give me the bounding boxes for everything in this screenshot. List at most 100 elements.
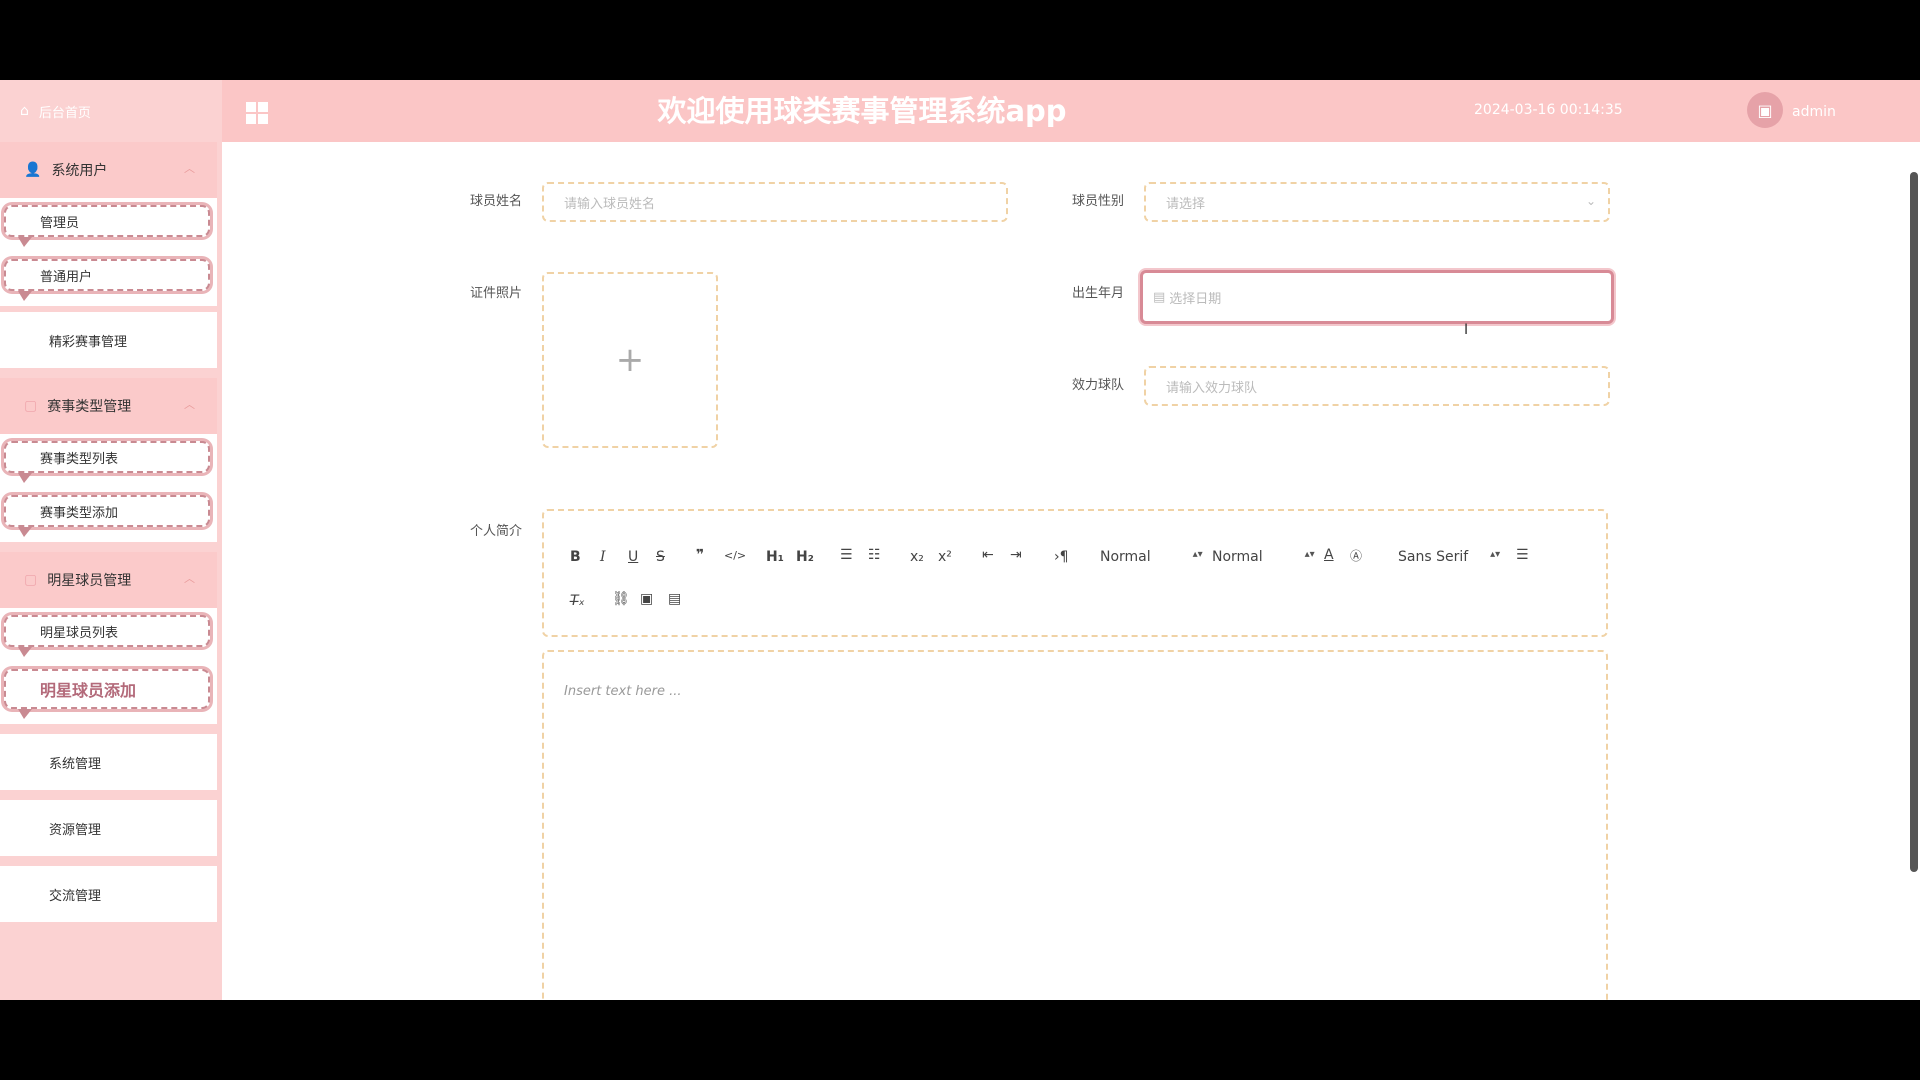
ordered-list-icon[interactable]: ☰ [840,547,853,563]
bold-icon[interactable]: B [570,549,581,565]
sidebar-item-label: 明星球员列表 [40,625,119,641]
sidebar-item-label: 明星球员添加 [40,681,137,700]
link-icon[interactable]: ⛓ [612,591,630,607]
video-icon[interactable]: ▤ [668,591,681,607]
indent-icon[interactable]: ⇥ [1010,547,1022,563]
main-content: 球员姓名 请输入球员姓名 球员性别 请选择 ⌄ 证件照片 + 出生年月 ▤ 选择… [222,142,1920,1000]
birth-date-picker[interactable]: ▤ 选择日期 [1140,270,1614,324]
sidebar-item-system[interactable]: 系统管理 [0,734,217,790]
document-icon: ▢ [24,572,38,588]
sidebar-item-label: 交流管理 [49,888,102,904]
menu-group-head-event-types[interactable]: ▢ 赛事类型管理 ︿ [0,378,217,434]
sidebar-item-label: 资源管理 [49,822,102,838]
sidebar-item-label: 系统管理 [49,756,102,772]
editor-toolbar: B I U S ❞ </> H₁ H₂ ☰ ☷ x₂ x² ⇤ ⇥ ›¶ Nor… [542,509,1608,637]
menu-group-title: 系统用户 [51,163,108,179]
placeholder-text: 请选择 [1166,196,1206,212]
text-direction-icon[interactable]: ›¶ [1054,549,1069,565]
placeholder-text: 请输入效力球队 [1166,380,1258,396]
chevron-updown-icon: ▴▾ [1304,549,1315,560]
home-icon: ⌂ [20,103,29,119]
subscript-icon[interactable]: x₂ [910,549,924,565]
scrollbar-thumb[interactable] [1910,172,1918,872]
username[interactable]: admin [1792,104,1836,120]
outdent-icon[interactable]: ⇤ [982,547,994,563]
align-icon[interactable]: ☰ [1516,547,1529,563]
bio-label: 个人简介 [470,524,523,539]
editor-placeholder: Insert text here ... [564,684,682,699]
app-window: ⌂ 后台首页 👤 系统用户 ︿ 管理员 普通用户 精彩赛事管理 ▢ 赛事类型管理… [0,80,1920,1000]
player-name-label: 球员姓名 [470,194,523,209]
sidebar-item-label: 普通用户 [40,269,93,285]
menu-group-title: 明星球员管理 [47,573,132,589]
chevron-down-icon: ⌄ [1585,194,1596,208]
sidebar-item-events[interactable]: 精彩赛事管理 [0,312,217,368]
sidebar-home-label: 后台首页 [38,105,91,121]
heading2-icon[interactable]: H₂ [796,549,814,565]
image-icon[interactable]: ▣ [640,591,653,607]
datetime: 2024-03-16 00:14:35 [1474,102,1623,118]
player-gender-label: 球员性别 [1072,194,1125,209]
menu-group-head-star-players[interactable]: ▢ 明星球员管理 ︿ [0,552,217,608]
player-name-input[interactable]: 请输入球员姓名 [542,182,1008,222]
chevron-up-icon: ︿ [184,398,195,411]
font-select[interactable]: Sans Serif ▴▾ [1398,549,1500,565]
sidebar-item-event-type-add[interactable]: 赛事类型添加 [0,488,217,542]
page-title: 欢迎使用球类赛事管理系统app [657,94,1067,128]
menu-group-system-users: 👤 系统用户 ︿ 管理员 普通用户 [0,142,217,306]
text-color-icon[interactable]: A [1324,547,1334,563]
chevron-updown-icon: ▴▾ [1490,549,1501,560]
birth-label: 出生年月 [1072,286,1125,301]
rich-text-editor[interactable]: Insert text here ... [542,650,1608,1000]
photo-label: 证件照片 [470,286,523,301]
placeholder-text: 选择日期 [1169,291,1222,307]
sidebar-home[interactable]: ⌂ 后台首页 [0,80,222,142]
team-input[interactable]: 请输入效力球队 [1144,366,1610,406]
sidebar-item-admin[interactable]: 管理员 [0,198,217,252]
menu-group-star-players: ▢ 明星球员管理 ︿ 明星球员列表 明星球员添加 [0,552,217,724]
image-icon: ▣ [1757,100,1773,120]
superscript-icon[interactable]: x² [938,549,952,565]
sidebar-item-communication[interactable]: 交流管理 [0,866,217,922]
avatar[interactable]: ▣ [1747,92,1783,128]
sidebar-item-label: 赛事类型添加 [40,505,119,521]
header-select-value: Normal [1100,549,1151,565]
background-color-icon[interactable]: Ⓐ [1350,547,1362,564]
menu-group-title: 赛事类型管理 [47,399,132,415]
calendar-icon: ▤ [1153,289,1166,305]
strikethrough-icon[interactable]: S [656,549,665,565]
document-icon: ▢ [24,398,38,414]
sidebar-item-star-player-add[interactable]: 明星球员添加 [0,662,217,724]
sidebar-item-event-type-list[interactable]: 赛事类型列表 [0,434,217,488]
menu-group-event-types: ▢ 赛事类型管理 ︿ 赛事类型列表 赛事类型添加 [0,378,217,542]
sidebar-item-star-player-list[interactable]: 明星球员列表 [0,608,217,662]
size-select-value: Normal [1212,549,1263,565]
chevron-updown-icon: ▴▾ [1192,549,1203,560]
clear-format-icon[interactable]: T̶ₓ [570,593,585,609]
sidebar-item-normal-user[interactable]: 普通用户 [0,252,217,306]
text-cursor-icon: I [1464,322,1469,338]
underline-icon[interactable]: U [628,549,638,565]
italic-icon[interactable]: I [600,549,606,565]
grid-icon[interactable] [246,102,268,124]
user-icon: 👤 [24,162,42,178]
sidebar: ⌂ 后台首页 👤 系统用户 ︿ 管理员 普通用户 精彩赛事管理 ▢ 赛事类型管理… [0,80,222,1000]
heading1-icon[interactable]: H₁ [766,549,784,565]
sidebar-item-resources[interactable]: 资源管理 [0,800,217,856]
bullet-list-icon[interactable]: ☷ [868,547,881,563]
chevron-up-icon: ︿ [184,572,195,585]
code-icon[interactable]: </> [724,549,746,562]
header-select[interactable]: Normal ▴▾ [1100,549,1203,565]
sidebar-item-label: 赛事类型列表 [40,451,119,467]
plus-icon: + [615,340,645,380]
photo-upload[interactable]: + [542,272,718,448]
blockquote-icon[interactable]: ❞ [696,547,704,563]
header: 欢迎使用球类赛事管理系统app 2024-03-16 00:14:35 ▣ ad… [222,80,1920,142]
size-select[interactable]: Normal ▴▾ [1212,549,1315,565]
player-gender-select[interactable]: 请选择 ⌄ [1144,182,1610,222]
team-label: 效力球队 [1072,378,1125,393]
font-select-value: Sans Serif [1398,549,1469,565]
menu-group-head-system-users[interactable]: 👤 系统用户 ︿ [0,142,217,198]
sidebar-item-label: 管理员 [40,215,80,231]
sidebar-item-label: 精彩赛事管理 [49,334,128,350]
